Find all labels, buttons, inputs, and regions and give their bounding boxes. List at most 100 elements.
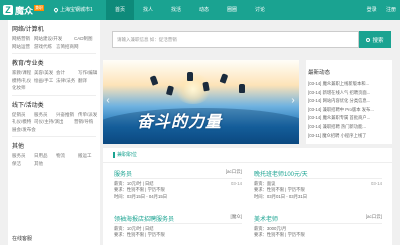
hero-banner[interactable]: 奋斗的力量 (103, 60, 299, 144)
logo-text: 魔众 (15, 5, 34, 16)
job-time: 时间：03月01日 - 03月31日 (254, 193, 308, 199)
category-link[interactable]: 网站运营 (12, 43, 34, 51)
login-link[interactable]: 登录 (367, 7, 377, 13)
category-link[interactable]: 美容/美发 (34, 69, 56, 77)
search-icon (366, 37, 371, 42)
category-link[interactable]: 传单/派发 (78, 111, 100, 119)
category-link[interactable]: 保洁 (12, 160, 34, 168)
jumper-silhouette (202, 81, 210, 92)
jumper-silhouette (219, 73, 229, 84)
city-name: 上海宝钢城市1 (60, 7, 93, 13)
nav-updates[interactable]: 动态 (190, 0, 218, 20)
job-date: 03-14 (371, 181, 382, 186)
register-link[interactable]: 注册 (386, 7, 396, 13)
logo-badge: 兼职 (34, 5, 45, 11)
category-link[interactable]: 司仪/主持/演出 (34, 118, 74, 126)
category-link[interactable]: 会计 (56, 69, 78, 77)
job-company[interactable]: [魔众] (230, 214, 242, 220)
job-card[interactable]: 服务员 [ac口云] 薪资：10元/时 | 日结 要求：性别不限 | 学历不限 … (114, 169, 242, 208)
news-item[interactable]: [03-14] 兼职招聘中 Pro版本 发布... (308, 106, 392, 115)
category-link[interactable]: 展会/发布会 (12, 126, 36, 134)
category-other: 其他 服务员 日用品 物流 搬运工 保洁 其他 (8, 137, 100, 167)
category-link[interactable]: 写作/编辑 (78, 69, 100, 77)
banner-prev-arrow[interactable]: ‹ (104, 95, 112, 107)
category-link[interactable]: 法律/法务 (56, 77, 78, 85)
category-education: 教育/专业类 家教/课程 美容/美发 会计 写作/编辑 模特/礼仪 绘画/手工 … (8, 54, 100, 92)
jobs-section-title: 兼职职位 (117, 152, 138, 158)
job-company[interactable]: [ac口云] (226, 169, 242, 175)
category-link[interactable]: 兴奋推销 (56, 111, 78, 119)
category-title[interactable]: 线下/活动类 (12, 102, 100, 111)
nav-find-jobs[interactable]: 找活 (162, 0, 190, 20)
category-link[interactable]: CAD制图 (74, 35, 96, 43)
category-link[interactable]: 礼仪/模特 (12, 118, 34, 126)
category-title[interactable]: 教育/专业类 (12, 60, 100, 69)
news-title: 最新动态 (308, 70, 331, 76)
category-link[interactable]: 绘画/手工 (34, 77, 56, 85)
job-requirements: 要求：性别不限 | 学历不限 (254, 232, 305, 238)
jumper-silhouette (187, 72, 193, 81)
nav-find-people[interactable]: 找人 (134, 0, 162, 20)
category-link[interactable]: 翻译 (78, 77, 100, 85)
news-item[interactable]: [03-14] 魔众兼职上线新版本和... (308, 80, 392, 89)
search-box[interactable]: 请输入兼职信息 如：促活营销 (112, 31, 359, 48)
job-date: 03-14 (231, 181, 242, 186)
location-pin-icon (53, 6, 59, 13)
search-button[interactable]: 搜索 (359, 31, 391, 48)
job-card[interactable]: 晚托班老师100元/天 薪资：面议 要求：性别不限 | 学历不限 时间：03月0… (254, 169, 382, 208)
job-card[interactable]: 美术老师 [ac口云] 薪资：3000元/月 要求：性别不限 | 学历不限 (254, 214, 382, 245)
category-title[interactable]: 网络/计算机 (12, 26, 100, 35)
category-link[interactable]: 服务员 (12, 152, 34, 160)
job-title[interactable]: 领袖海报店招聘服务员 (114, 214, 242, 223)
news-item[interactable]: [03-14] 网站内容优化 分类信息... (308, 97, 392, 106)
auth-links: 登录 注册 (359, 0, 396, 20)
jumper-silhouette (165, 85, 175, 96)
category-link[interactable]: 游戏代练 (34, 43, 56, 51)
category-link[interactable]: 化妆师 (12, 84, 34, 92)
site-logo[interactable]: Z 魔众 兼职 (3, 3, 45, 17)
jumper-silhouette (239, 84, 245, 93)
nav-home[interactable]: 首页 (106, 0, 134, 20)
nav-circles[interactable]: 圈圈 (218, 0, 246, 20)
category-link[interactable]: 网络营销 (12, 35, 34, 43)
category-link[interactable]: 模特/礼仪 (12, 77, 34, 85)
nav-discussion[interactable]: 讨论 (246, 0, 274, 20)
jobs-section: 兼职职位 服务员 [ac口云] 薪资：10元/时 | 日结 要求：性别不限 | … (103, 148, 392, 245)
news-item[interactable]: [03-14] 新增在线人气 招聘页面... (308, 89, 392, 98)
news-item[interactable]: [03-14] 兼职招聘 热门新功能... (308, 123, 392, 132)
category-network: 网络/计算机 网络营销 网站建设/开发 CAD制图 网站运营 游戏代练 言简招商… (8, 20, 100, 50)
category-link[interactable]: 言简招商网 (56, 43, 79, 51)
search-button-label: 搜索 (372, 37, 384, 44)
job-title[interactable]: 美术老师 (254, 214, 382, 223)
category-link[interactable]: 家教/课程 (12, 69, 34, 77)
banner-next-arrow[interactable]: › (289, 95, 297, 107)
logo-mark: Z (3, 5, 13, 15)
news-item[interactable]: [03-14] 魔众兼职专属 首批商户... (308, 114, 392, 123)
job-card[interactable]: 领袖海报店招聘服务员 [魔众] 薪资：10元/时 | 日结 要求：性别不限 | … (114, 214, 242, 245)
category-title[interactable]: 其他 (12, 143, 100, 152)
divider (114, 178, 242, 179)
news-list: [03-14] 魔众兼职上线新版本和... [03-14] 新增在线人气 招聘页… (308, 80, 392, 140)
category-link[interactable]: 促销员 (12, 111, 34, 119)
category-link[interactable]: 服务员 (34, 111, 56, 119)
divider (114, 223, 242, 224)
category-link[interactable]: 物流 (56, 152, 78, 160)
job-title[interactable]: 晚托班老师100元/天 (254, 169, 382, 178)
search-input[interactable]: 请输入兼职信息 如：促活营销 (117, 32, 177, 47)
category-link[interactable]: 网站建设/开发 (34, 35, 74, 43)
job-requirements: 要求：性别不限 | 学历不限 (114, 232, 165, 238)
job-company[interactable]: [ac口云] (366, 214, 382, 220)
news-panel: 最新动态 [03-14] 魔众兼职上线新版本和... [03-14] 新增在线人… (306, 60, 392, 144)
category-link[interactable]: 搬运工 (78, 152, 100, 160)
category-link[interactable]: 营销/导购 (74, 118, 96, 126)
job-title[interactable]: 服务员 (114, 169, 242, 178)
category-offline: 线下/活动类 促销员 服务员 兴奋推销 传单/派发 礼仪/模特 司仪/主持/演出… (8, 96, 100, 134)
category-link[interactable]: 日用品 (34, 152, 56, 160)
online-service-label[interactable]: 在线客服 (12, 235, 32, 242)
jobs-header: 兼职职位 (103, 148, 392, 163)
city-selector[interactable]: 上海宝钢城市1 (53, 6, 93, 13)
divider (254, 223, 382, 224)
jumper-silhouette (149, 75, 159, 86)
news-item[interactable]: [03-11] 魔众招聘 小程序上线了 (308, 132, 392, 141)
category-link[interactable]: 其他 (34, 160, 56, 168)
